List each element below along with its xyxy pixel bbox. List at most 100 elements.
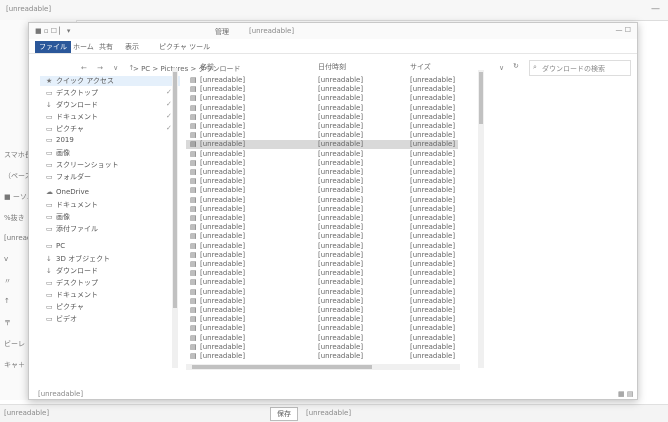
file-row[interactable]: ▤ [unreadable] [unreadable] [unreadable]: [186, 168, 458, 177]
file-row[interactable]: ▤ [unreadable] [unreadable] [unreadable]: [186, 288, 458, 297]
file-row[interactable]: ▤ [unreadable] [unreadable] [unreadable]: [186, 251, 458, 260]
nav-item[interactable]: ▭ デスクトップ: [46, 278, 98, 288]
window-controls[interactable]: — ☐: [615, 26, 631, 34]
file-row[interactable]: ▤ [unreadable] [unreadable] [unreadable]: [186, 352, 458, 361]
background-status-bar: [unreadable] 保存 [unreadable]: [0, 404, 668, 422]
nav-item[interactable]: ▭ ドキュメント: [46, 290, 98, 300]
file-date: [unreadable]: [318, 324, 364, 333]
file-row[interactable]: ▤ [unreadable] [unreadable] [unreadable]: [186, 324, 458, 333]
file-row[interactable]: ▤ [unreadable] [unreadable] [unreadable]: [186, 113, 458, 122]
file-row[interactable]: ▤ [unreadable] [unreadable] [unreadable]: [186, 334, 458, 343]
manage-tab-label[interactable]: 管理: [215, 27, 229, 37]
nav-item[interactable]: ▭ 2019: [46, 136, 74, 144]
file-row[interactable]: ▤ [unreadable] [unreadable] [unreadable]: [186, 223, 458, 232]
nav-item[interactable]: ▭ 画像: [46, 148, 70, 158]
folder-icon: ▭: [46, 201, 53, 209]
view-toggle-buttons[interactable]: ▦ ▤: [618, 390, 633, 398]
background-sidebar-item[interactable]: 〒: [4, 318, 11, 328]
nav-item[interactable]: ▭ ビデオ: [46, 314, 77, 324]
file-row[interactable]: ▤ [unreadable] [unreadable] [unreadable]: [186, 85, 458, 94]
file-row[interactable]: ▤ [unreadable] [unreadable] [unreadable]: [186, 297, 458, 306]
file-row[interactable]: ▤ [unreadable] [unreadable] [unreadable]: [186, 159, 458, 168]
file-row[interactable]: ▤ [unreadable] [unreadable] [unreadable]: [186, 260, 458, 269]
folder-icon: ▭: [46, 149, 53, 157]
file-row[interactable]: ▤ [unreadable] [unreadable] [unreadable]: [186, 186, 458, 195]
minimize-icon[interactable]: —: [651, 4, 660, 14]
refresh-icon[interactable]: ↻: [513, 62, 519, 70]
horizontal-scrollbar[interactable]: [186, 364, 460, 370]
nav-item-label: 添付ファイル: [56, 225, 98, 233]
file-row[interactable]: ▤ [unreadable] [unreadable] [unreadable]: [186, 343, 458, 352]
file-row[interactable]: ▤ [unreadable] [unreadable] [unreadable]: [186, 269, 458, 278]
file-name: [unreadable]: [200, 149, 246, 158]
background-sidebar-item[interactable]: %抜き: [4, 213, 25, 223]
scrollbar-thumb[interactable]: [479, 72, 483, 124]
scrollbar-thumb[interactable]: [192, 365, 372, 369]
file-row[interactable]: ▤ [unreadable] [unreadable] [unreadable]: [186, 76, 458, 85]
pin-icon[interactable]: ✓: [166, 100, 172, 108]
column-header[interactable]: 名前: [200, 62, 214, 72]
file-row[interactable]: ▤ [unreadable] [unreadable] [unreadable]: [186, 131, 458, 140]
file-icon: ▤: [190, 214, 197, 222]
file-row[interactable]: ▤ [unreadable] [unreadable] [unreadable]: [186, 122, 458, 131]
nav-item[interactable]: ▭ PC: [46, 242, 65, 250]
ribbon-tab[interactable]: ピクチャ ツール: [155, 41, 214, 53]
file-size: [unreadable]: [410, 122, 456, 130]
file-list-scrollbar[interactable]: [478, 70, 484, 368]
chevron-down-icon[interactable]: ∨: [499, 64, 504, 72]
file-name: [unreadable]: [200, 112, 246, 121]
file-row[interactable]: ▤ [unreadable] [unreadable] [unreadable]: [186, 205, 458, 214]
file-name: [unreadable]: [200, 122, 246, 130]
column-header[interactable]: サイズ: [410, 62, 431, 72]
background-sidebar-item[interactable]: 〃: [4, 276, 11, 286]
file-row[interactable]: ▤ [unreadable] [unreadable] [unreadable]: [186, 150, 458, 159]
nav-item[interactable]: ☁ OneDrive: [46, 188, 89, 196]
file-row[interactable]: ▤ [unreadable] [unreadable] [unreadable]: [186, 306, 458, 315]
file-icon: ▤: [190, 85, 197, 94]
scrollbar-thumb[interactable]: [173, 72, 177, 308]
nav-item[interactable]: ↓ ダウンロード: [46, 266, 98, 276]
search-input[interactable]: ⌕ ダウンロードの検索: [529, 60, 631, 76]
save-button[interactable]: 保存: [270, 407, 298, 421]
nav-item[interactable]: ▭ 添付ファイル: [46, 224, 98, 234]
background-sidebar-item[interactable]: キャ＋: [4, 360, 25, 370]
nav-item[interactable]: ▭ ドキュメント ✓: [46, 112, 172, 122]
file-size: [unreadable]: [410, 324, 456, 333]
file-size: [unreadable]: [410, 342, 456, 351]
nav-item[interactable]: ▭ フォルダー: [46, 172, 91, 182]
file-row[interactable]: ▤ [unreadable] [unreadable] [unreadable]: [186, 242, 458, 251]
nav-item[interactable]: ↓ ダウンロード ✓: [46, 100, 172, 110]
file-date: [unreadable]: [318, 149, 364, 158]
background-sidebar-item[interactable]: v: [4, 255, 8, 263]
nav-item[interactable]: ▭ 画像: [46, 212, 70, 222]
ribbon-tab[interactable]: ホーム: [69, 41, 98, 53]
navigation-scrollbar[interactable]: [172, 68, 178, 368]
file-row[interactable]: ▤ [unreadable] [unreadable] [unreadable]: [186, 94, 458, 103]
pin-icon[interactable]: ✓: [166, 88, 172, 96]
background-sidebar-item[interactable]: ↑: [4, 297, 10, 305]
file-row[interactable]: ▤ [unreadable] [unreadable] [unreadable]: [186, 140, 458, 150]
navigation-pane: ★ クイック アクセス ▭ デスクトップ ✓ ↓ ダウンロード ✓ ▭ ドキュメント ✓ ▭ ピクチャ ✓…: [40, 60, 180, 370]
column-header[interactable]: 日付時刻: [318, 62, 346, 72]
ribbon-tab[interactable]: 共有: [95, 41, 117, 53]
file-row[interactable]: ▤ [unreadable] [unreadable] [unreadable]: [186, 278, 458, 287]
nav-item[interactable]: ★ クイック アクセス: [40, 76, 180, 86]
file-row[interactable]: ▤ [unreadable] [unreadable] [unreadable]: [186, 315, 458, 324]
ribbon-tab[interactable]: 表示: [121, 41, 143, 53]
file-row[interactable]: ▤ [unreadable] [unreadable] [unreadable]: [186, 177, 458, 186]
nav-item[interactable]: ↓ 3D オブジェクト: [46, 254, 110, 264]
quick-access-toolbar[interactable]: ■ ▫ ☐ ▏ ▾: [35, 27, 70, 35]
file-row[interactable]: ▤ [unreadable] [unreadable] [unreadable]: [186, 104, 458, 113]
file-row[interactable]: ▤ [unreadable] [unreadable] [unreadable]: [186, 196, 458, 205]
nav-item[interactable]: ▭ ドキュメント: [46, 200, 98, 210]
ribbon-tab[interactable]: ファイル: [35, 41, 71, 53]
file-row[interactable]: ▤ [unreadable] [unreadable] [unreadable]: [186, 214, 458, 223]
pin-icon[interactable]: ✓: [166, 124, 172, 132]
nav-item[interactable]: ▭ デスクトップ ✓: [46, 88, 172, 98]
file-row[interactable]: ▤ [unreadable] [unreadable] [unreadable]: [186, 232, 458, 241]
nav-item[interactable]: ▭ ピクチャ: [46, 302, 84, 312]
nav-item[interactable]: ▭ スクリーンショット: [46, 160, 119, 170]
nav-item[interactable]: ▭ ピクチャ ✓: [46, 124, 172, 134]
pin-icon[interactable]: ✓: [166, 112, 172, 120]
background-sidebar-item[interactable]: ビーレ: [4, 339, 25, 349]
